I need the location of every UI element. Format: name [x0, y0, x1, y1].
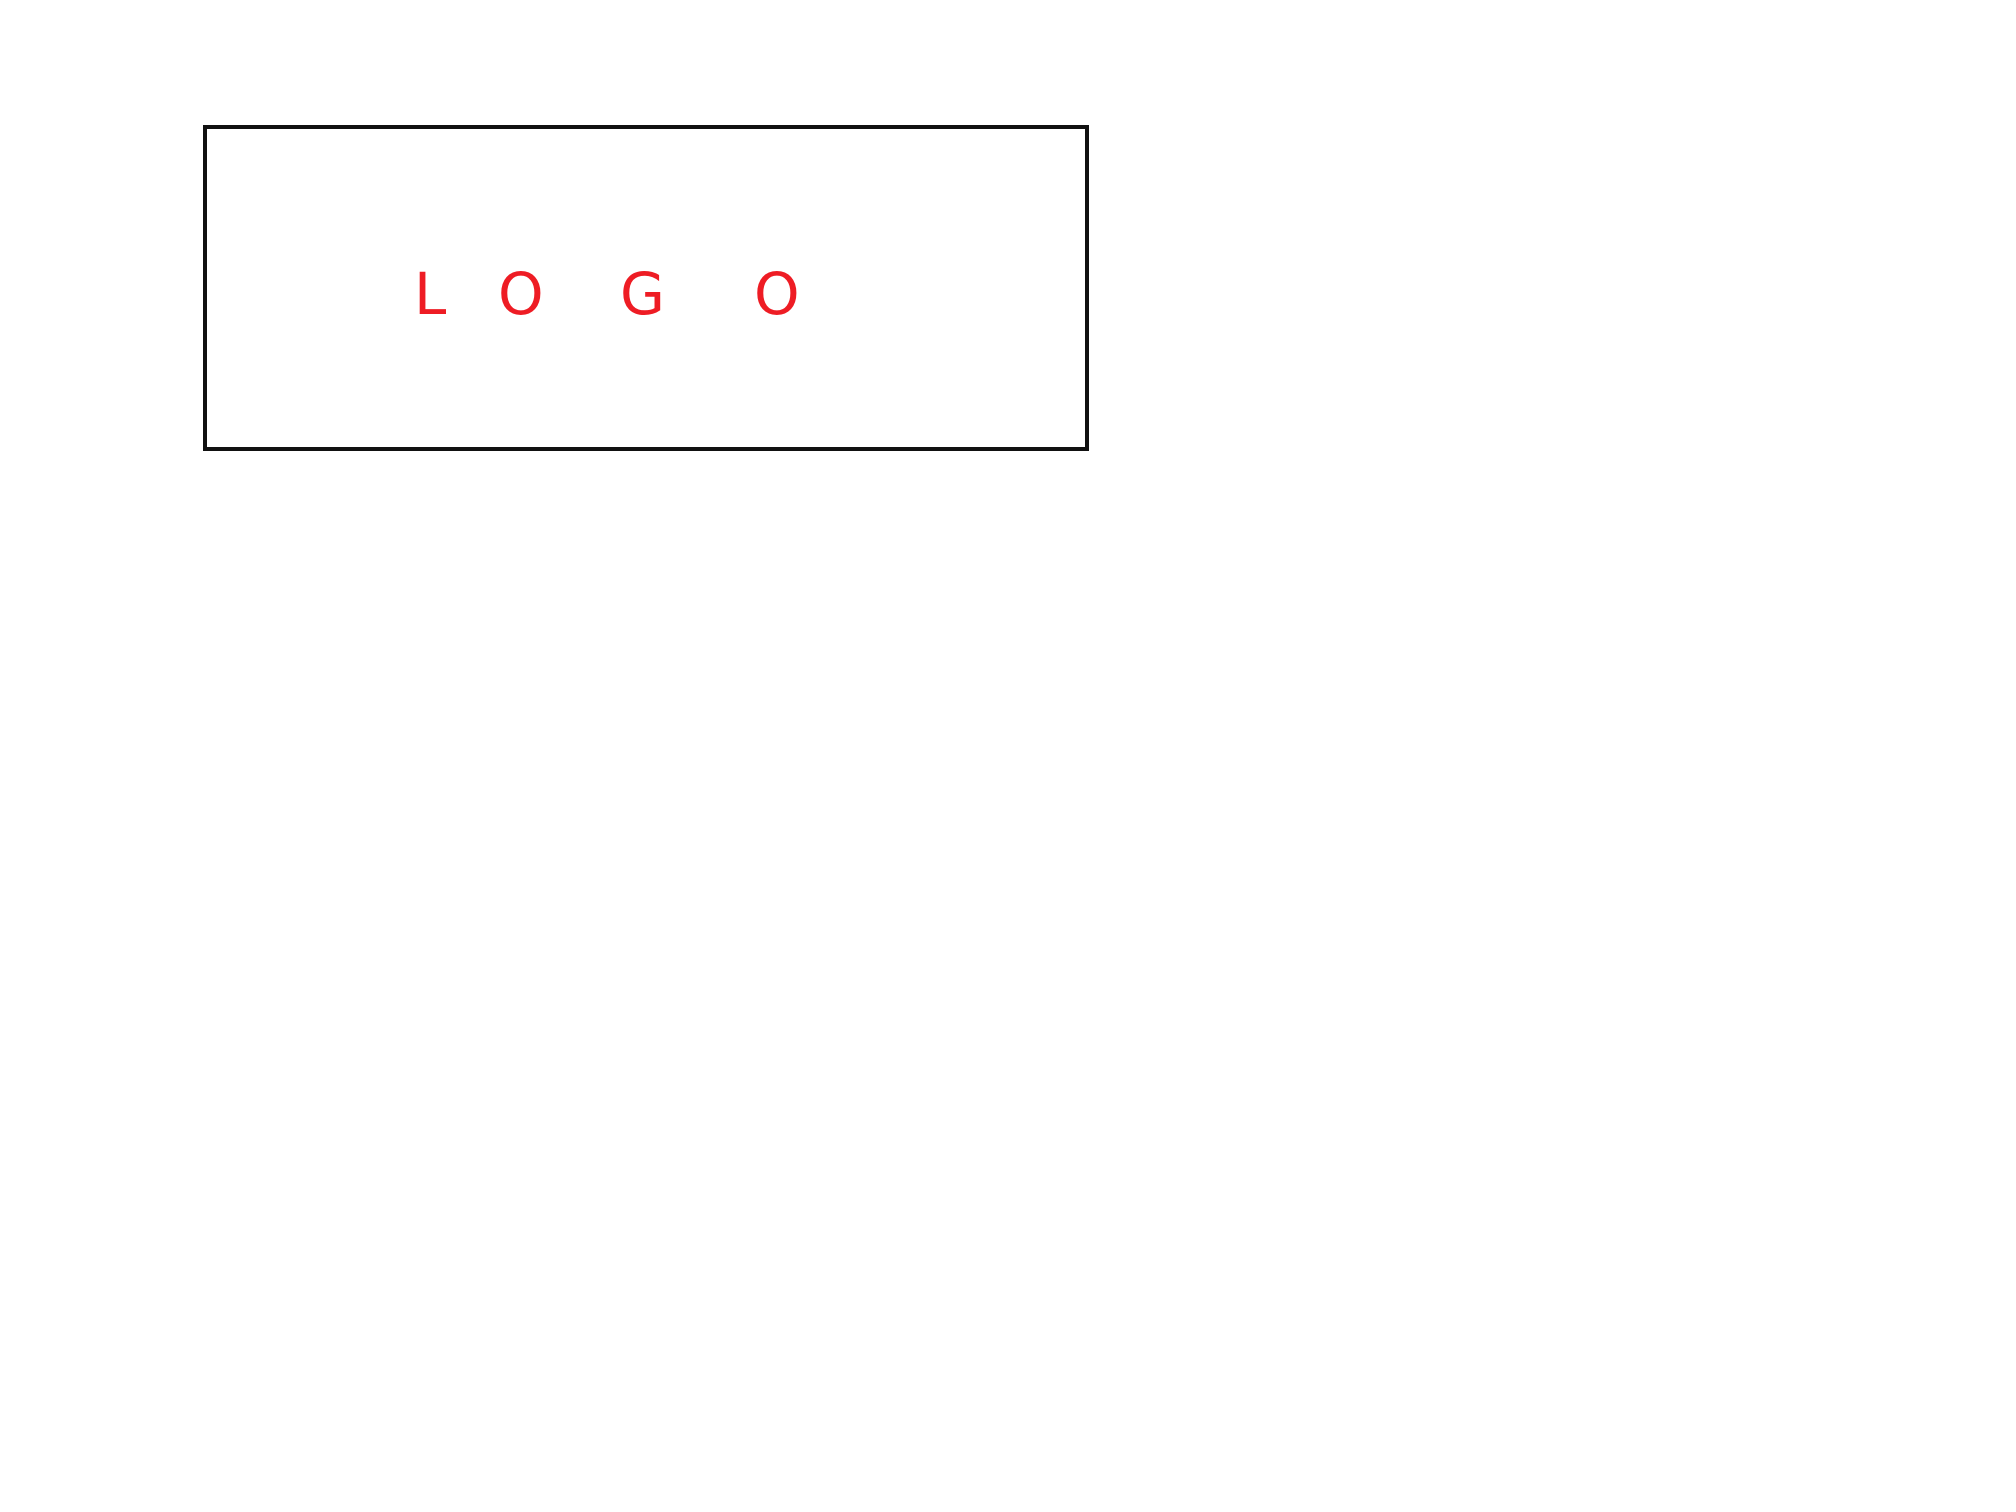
logo-letter-g: G: [620, 260, 665, 328]
logo-letter-l: L: [414, 260, 447, 328]
logo-letter-o-2: O: [754, 260, 800, 328]
logo-letter-o: O: [498, 260, 544, 328]
